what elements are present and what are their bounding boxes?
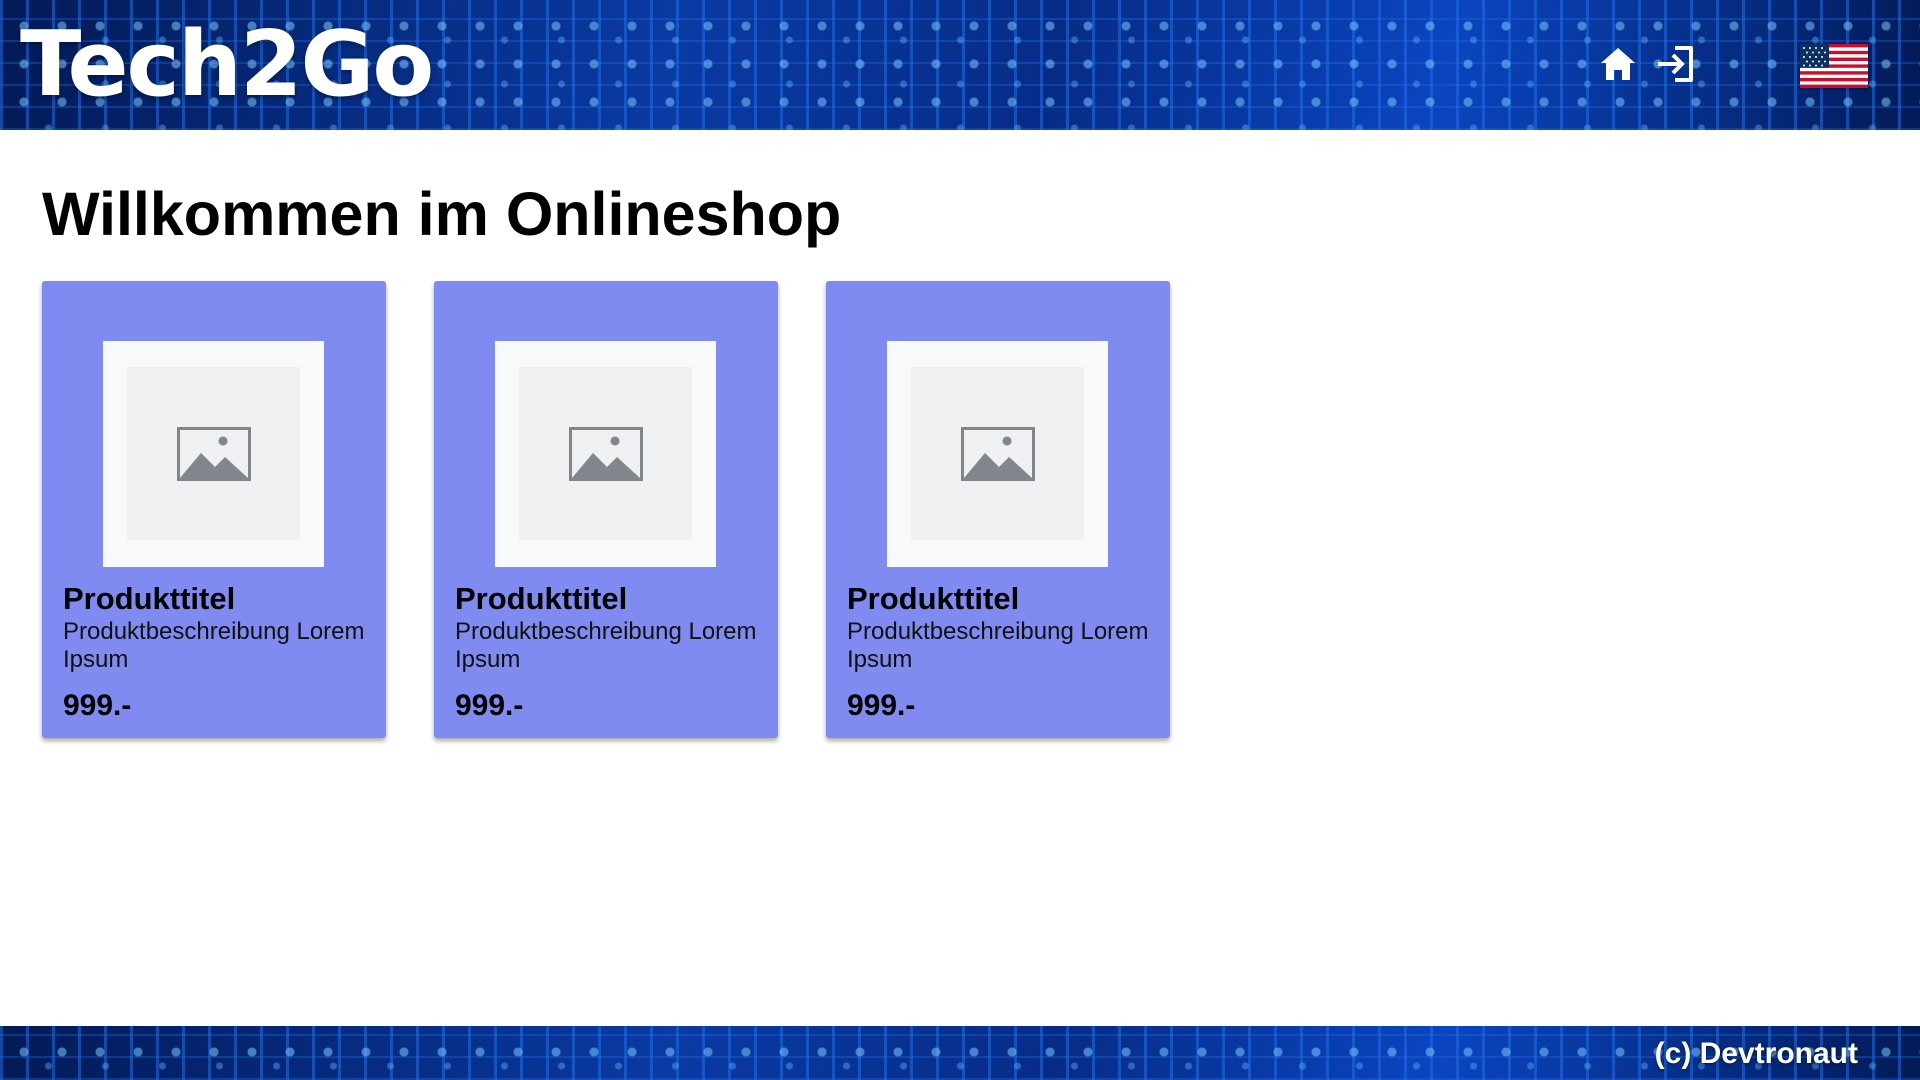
site-footer: (c) Devtronaut <box>0 1026 1920 1080</box>
product-card[interactable]: Produkttitel Produktbeschreibung Lorem I… <box>42 281 386 738</box>
copyright-text: (c) Devtronaut <box>1654 1037 1858 1070</box>
image-placeholder <box>519 367 692 540</box>
product-image <box>887 341 1108 567</box>
product-card[interactable]: Produkttitel Produktbeschreibung Lorem I… <box>826 281 1170 738</box>
product-description: Produktbeschreibung Lorem Ipsum <box>847 618 1149 673</box>
image-placeholder <box>127 367 300 540</box>
page: Tech2Go Willkommen im Onlineshop Produkt… <box>0 0 1920 1080</box>
product-title: Produkttitel <box>847 581 1020 616</box>
home-icon[interactable] <box>1598 44 1638 84</box>
us-flag-icon[interactable] <box>1800 44 1868 88</box>
image-placeholder-icon <box>961 427 1035 481</box>
product-price: 999.- <box>63 689 132 722</box>
product-image <box>103 341 324 567</box>
product-price: 999.- <box>847 689 916 722</box>
image-placeholder <box>911 367 1084 540</box>
product-title: Produkttitel <box>63 581 236 616</box>
product-description: Produktbeschreibung Lorem Ipsum <box>63 618 365 673</box>
product-description: Produktbeschreibung Lorem Ipsum <box>455 618 757 673</box>
image-placeholder-icon <box>569 427 643 481</box>
product-card[interactable]: Produkttitel Produktbeschreibung Lorem I… <box>434 281 778 738</box>
page-title: Willkommen im Onlineshop <box>42 180 842 248</box>
site-header: Tech2Go <box>0 0 1920 130</box>
product-image <box>495 341 716 567</box>
site-logo[interactable]: Tech2Go <box>20 12 434 118</box>
login-icon[interactable] <box>1655 44 1695 84</box>
image-placeholder-icon <box>177 427 251 481</box>
product-title: Produkttitel <box>455 581 628 616</box>
product-price: 999.- <box>455 689 524 722</box>
